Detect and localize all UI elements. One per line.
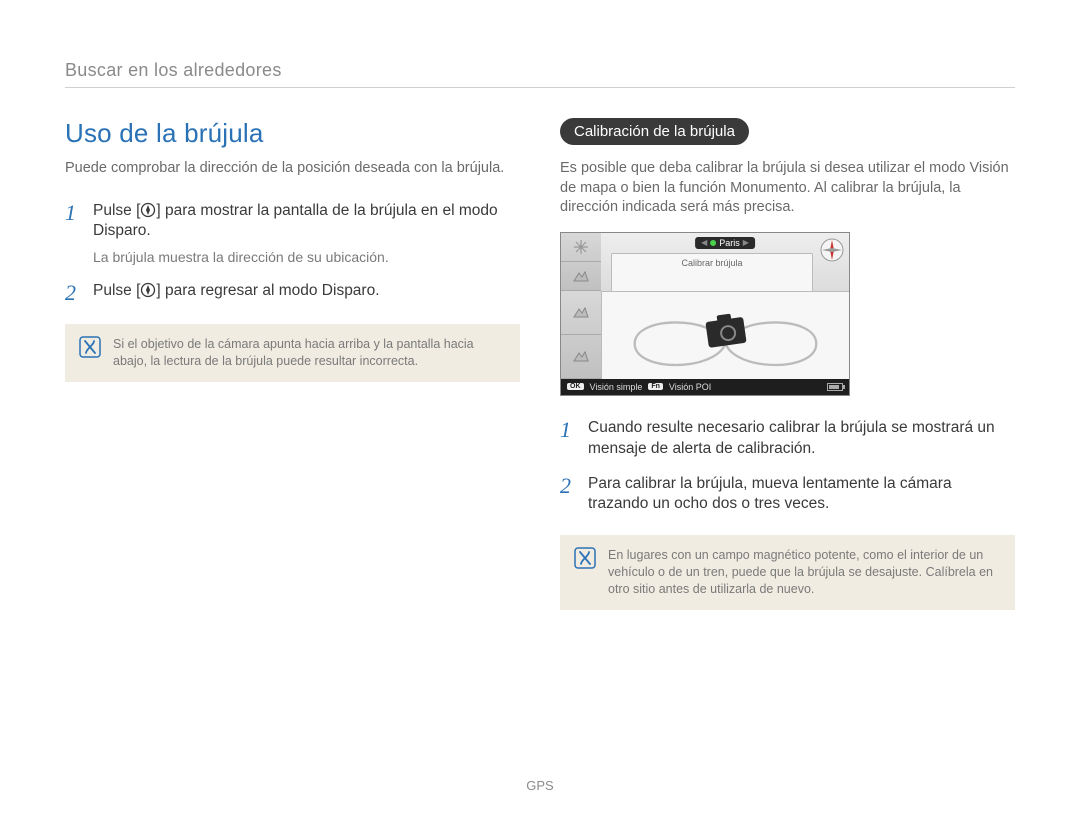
step-number: 1 — [65, 201, 93, 224]
step-text-post: ] para regresar al modo Disparo. — [156, 282, 379, 299]
compass-button-icon — [140, 202, 156, 218]
subsection-pill: Calibración de la brújula — [560, 118, 749, 145]
step-1-right: 1 Cuando resulte necesario calibrar la b… — [560, 418, 1015, 460]
camera-screenshot: ◀ Paris ▶ Calibrar brújula — [560, 232, 1015, 396]
step-text: Cuando resulte necesario calibrar la brú… — [588, 418, 1015, 460]
battery-icon — [827, 383, 843, 391]
note-icon — [574, 547, 596, 569]
calibration-panel: Calibrar brújula — [611, 253, 813, 291]
right-column: Calibración de la brújula Es posible que… — [560, 118, 1015, 610]
step-text-pre: Pulse [ — [93, 282, 140, 299]
mountain-icon — [573, 268, 589, 284]
step-2-right: 2 Para calibrar la brújula, mueva lentam… — [560, 474, 1015, 516]
ss-sidebar-icon — [561, 291, 601, 335]
ok-key-icon: OK — [567, 383, 584, 390]
location-chip: ◀ Paris ▶ — [695, 237, 755, 249]
mountain-icon — [573, 304, 589, 320]
compass-rose-icon — [819, 237, 845, 263]
fn-key-icon: Fn — [648, 383, 663, 390]
step-subtext: La brújula muestra la dirección de su ub… — [93, 248, 520, 267]
step-2: 2 Pulse [ ] para regresar al modo Disparo… — [65, 281, 520, 304]
step-text-pre: Pulse [ — [93, 202, 140, 219]
ss-sidebar-icon — [561, 262, 601, 291]
note-box: Si el objetivo de la cámara apunta hacia… — [65, 324, 520, 382]
step-text: Pulse [] para mostrar la pantalla de la … — [93, 201, 520, 243]
step-number: 1 — [560, 418, 588, 441]
content-columns: Uso de la brújula Puede comprobar la dir… — [65, 118, 1015, 610]
step-text: Pulse [ ] para regresar al modo Disparo. — [93, 281, 520, 302]
chevron-left-icon: ◀ — [701, 238, 707, 247]
step-number: 2 — [560, 474, 588, 497]
section-title: Uso de la brújula — [65, 118, 520, 149]
chevron-right-icon: ▶ — [743, 238, 749, 247]
page-footer-label: GPS — [526, 778, 553, 793]
note-text: En lugares con un campo magnético potent… — [608, 547, 1001, 598]
snowflake-icon — [573, 239, 589, 255]
location-chip-label: Paris — [719, 238, 740, 248]
left-column: Uso de la brújula Puede comprobar la dir… — [65, 118, 520, 610]
compass-button-icon — [140, 282, 156, 298]
note-box: En lugares con un campo magnético potent… — [560, 535, 1015, 610]
calibration-panel-label: Calibrar brújula — [612, 254, 812, 268]
ss-sidebar-icon — [561, 335, 601, 379]
mountain-icon — [573, 348, 589, 364]
breadcrumb: Buscar en los alrededores — [65, 60, 1015, 81]
status-dot-icon — [710, 240, 716, 246]
divider — [65, 87, 1015, 88]
step-1: 1 Pulse [] para mostrar la pantalla de l… — [65, 201, 520, 268]
subsection-intro: Es posible que deba calibrar la brújula … — [560, 159, 1015, 218]
step-text: Para calibrar la brújula, mueva lentamen… — [588, 474, 1015, 516]
footer-left-label: Visión simple — [590, 382, 643, 392]
section-intro: Puede comprobar la dirección de la posic… — [65, 159, 520, 179]
ss-sidebar-icon — [561, 233, 601, 262]
note-icon — [79, 336, 101, 358]
camera-icon — [705, 317, 746, 348]
footer-right-label: Visión POI — [669, 382, 711, 392]
note-text: Si el objetivo de la cámara apunta hacia… — [113, 336, 506, 370]
step-number: 2 — [65, 281, 93, 304]
